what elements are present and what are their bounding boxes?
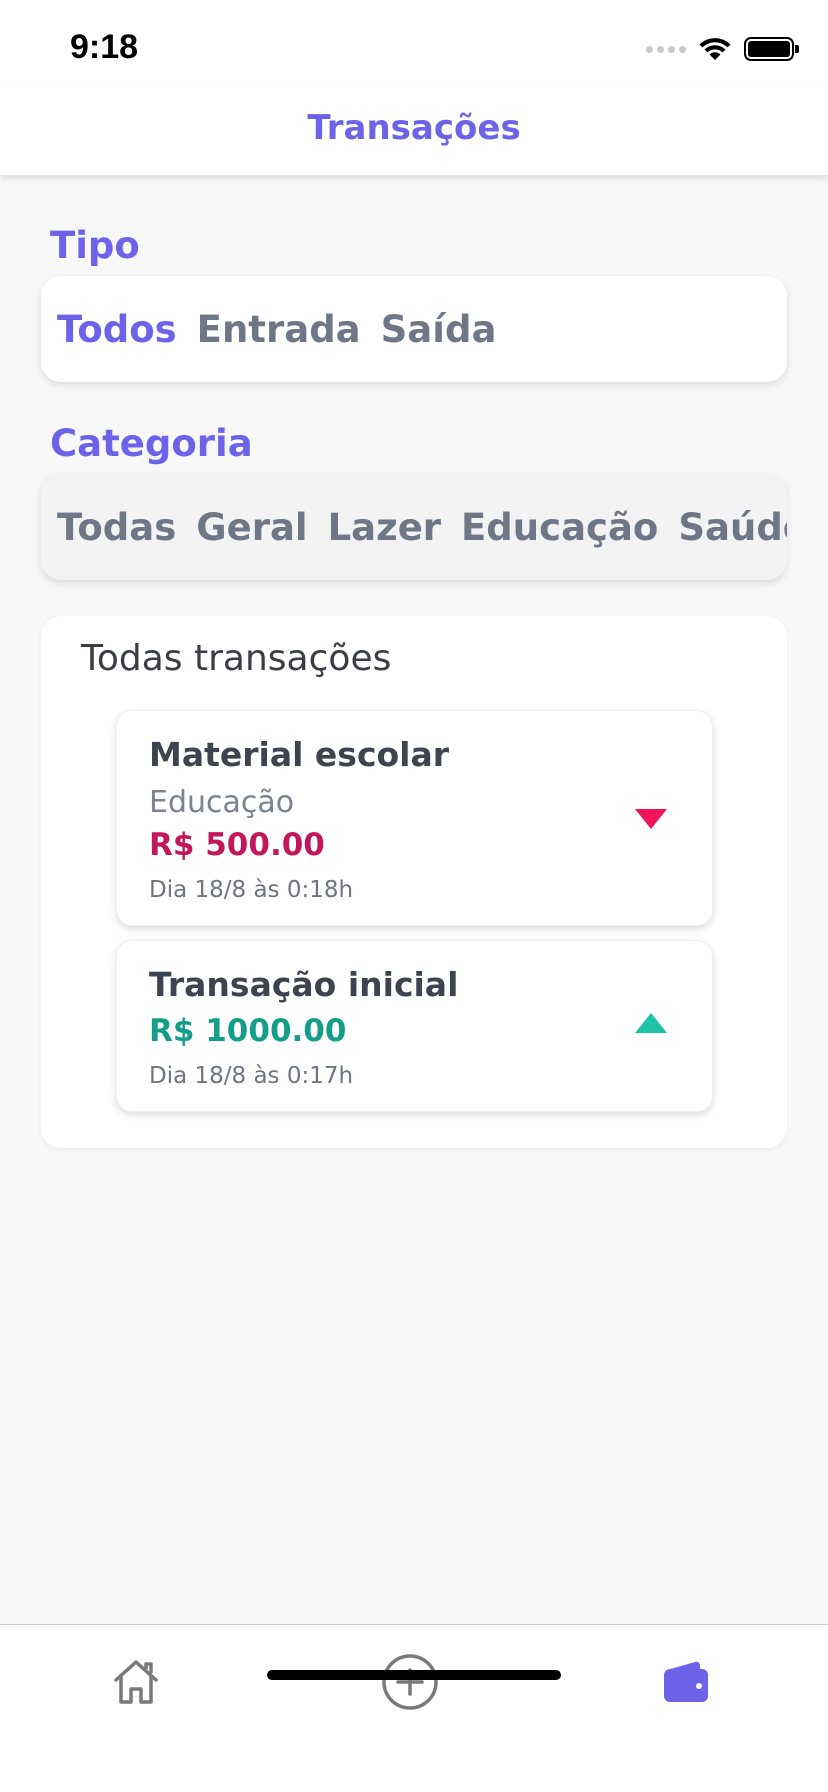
transaction-name: Material escolar xyxy=(149,735,450,774)
home-indicator xyxy=(267,1670,561,1680)
tab-wallet[interactable] xyxy=(651,1647,721,1717)
type-chip-entrada[interactable]: Entrada xyxy=(197,308,361,351)
transaction-amount: R$ 1000.00 xyxy=(149,1013,347,1049)
transactions-panel: Todas transações Material escolar Educaç… xyxy=(41,616,787,1148)
nav-header: Transações xyxy=(0,88,828,176)
type-filter-bar: Todos Entrada Saída xyxy=(41,276,787,382)
status-time: 9:18 xyxy=(70,28,139,66)
category-chip-todas[interactable]: Todas xyxy=(57,506,176,549)
home-icon xyxy=(114,1660,158,1704)
type-chip-saida[interactable]: Saída xyxy=(381,308,497,351)
transaction-card[interactable]: Transação inicial R$ 1000.00 Dia 18/8 às… xyxy=(116,940,713,1112)
tab-bar xyxy=(0,1624,828,1792)
category-chip-geral[interactable]: Geral xyxy=(196,506,307,549)
transactions-title: Todas transações xyxy=(81,638,392,679)
triangle-up-icon xyxy=(635,1013,667,1033)
transaction-name: Transação inicial xyxy=(149,965,459,1004)
status-bar: 9:18 xyxy=(0,0,828,88)
transaction-category: Educação xyxy=(149,785,295,820)
category-chip-educacao[interactable]: Educação xyxy=(461,506,658,549)
transaction-date: Dia 18/8 às 0:17h xyxy=(149,1063,354,1089)
type-filter-title: Tipo xyxy=(50,224,140,267)
category-filter-bar[interactable]: Todas Geral Lazer Educação Saúde Ha xyxy=(41,474,787,580)
type-chip-todos[interactable]: Todos xyxy=(57,308,177,351)
battery-icon xyxy=(744,37,799,61)
transactions-screen: 9:18 Transações Tipo Todos Entrada Saída… xyxy=(0,0,828,1792)
transaction-date: Dia 18/8 às 0:18h xyxy=(149,877,354,903)
tab-add[interactable] xyxy=(375,1647,445,1717)
page-title: Transações xyxy=(307,108,521,148)
signal-icon xyxy=(646,45,686,53)
transaction-card[interactable]: Material escolar Educação R$ 500.00 Dia … xyxy=(116,710,713,926)
category-chip-lazer[interactable]: Lazer xyxy=(328,506,441,549)
wallet-icon xyxy=(664,1661,708,1702)
triangle-down-icon xyxy=(635,809,667,829)
category-filter-title: Categoria xyxy=(50,422,253,465)
add-circle-icon xyxy=(382,1654,438,1710)
wifi-icon xyxy=(699,38,731,60)
tab-home[interactable] xyxy=(101,1647,171,1717)
status-icons xyxy=(646,36,799,62)
transaction-amount: R$ 500.00 xyxy=(149,827,325,863)
category-chip-saude[interactable]: Saúde xyxy=(678,506,787,549)
